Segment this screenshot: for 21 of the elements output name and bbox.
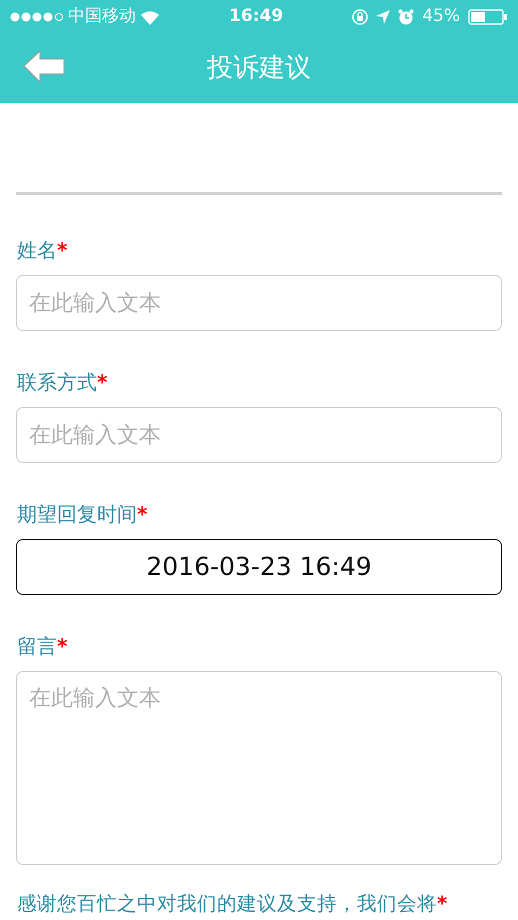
wifi-icon <box>140 10 160 24</box>
message-textarea[interactable]: 在此输入文本 <box>16 671 502 865</box>
battery-percent: 45% <box>422 5 460 28</box>
field-label: 期望回复时间* <box>17 501 148 528</box>
signal-icon <box>10 12 64 22</box>
field-label: 联系方式* <box>17 369 108 396</box>
alarm-icon <box>398 9 414 25</box>
datetime-field[interactable]: 2016-03-23 16:49 <box>16 539 502 595</box>
text-input-field[interactable]: 在此输入文本 <box>16 275 502 331</box>
page-title: 投诉建议 <box>207 52 311 85</box>
field-label: 留言* <box>17 633 68 660</box>
text-input-field[interactable]: 在此输入文本 <box>16 407 502 463</box>
back-arrow-icon <box>22 50 66 84</box>
thanks-note: 感谢您百忙之中对我们的建议及支持，我们会将* <box>17 893 448 916</box>
rotation-lock-icon <box>352 9 368 25</box>
battery-icon <box>468 9 508 25</box>
field-label: 姓名* <box>17 237 68 264</box>
carrier-name: 中国移动 <box>68 5 136 28</box>
location-icon <box>376 10 390 24</box>
back-button[interactable] <box>22 50 66 84</box>
clock-time: 16:49 <box>229 5 284 28</box>
